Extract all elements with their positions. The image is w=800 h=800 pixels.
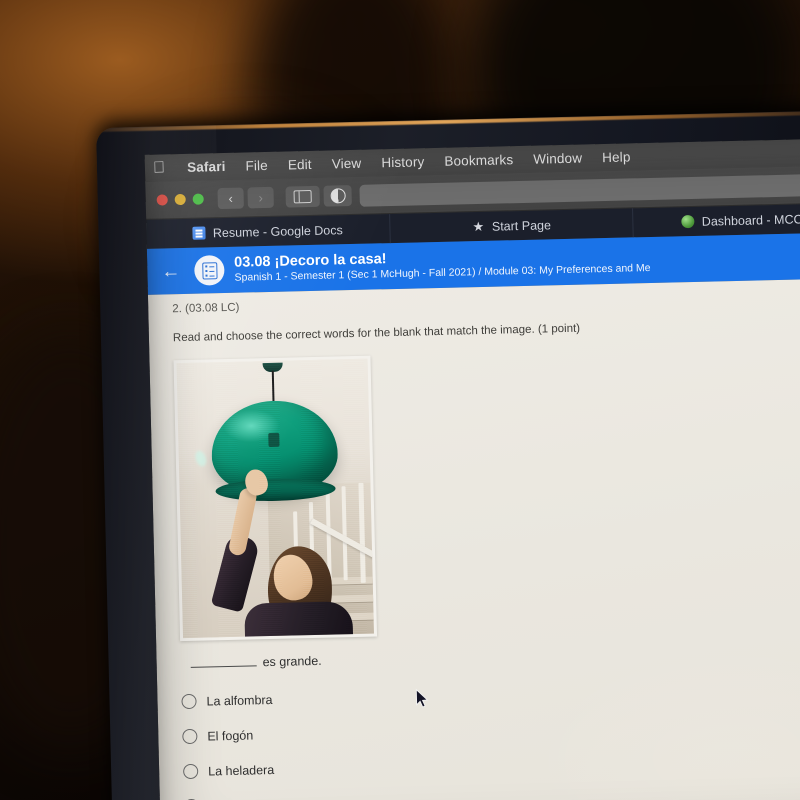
photo-baluster [341, 485, 348, 580]
window-traffic-lights [156, 193, 204, 206]
minimize-window-button[interactable] [174, 193, 186, 206]
laptop-body:  Safari File Edit View History Bookmark… [96, 110, 800, 800]
question-image [173, 355, 378, 642]
radio-button[interactable] [181, 693, 197, 710]
quiz-content-area: 2. (03.08 LC) Read and choose the correc… [147, 277, 800, 800]
back-button[interactable]: ‹ [217, 187, 244, 210]
back-arrow-icon[interactable]: ← [157, 261, 184, 282]
sidebar-toggle-icon [293, 189, 312, 204]
tab-start-page[interactable]: ★ Start Page [389, 208, 635, 244]
photo-lamp-socket [268, 432, 280, 448]
tab-title: Dashboard - MCC (24) [701, 211, 800, 229]
reader-contrast-button[interactable] [323, 184, 352, 207]
apple-logo-icon[interactable]:  [153, 159, 166, 176]
star-icon: ★ [472, 218, 485, 235]
question-image-content [176, 358, 374, 639]
tab-dashboard-mcc[interactable]: Dashboard - MCC (24) [633, 203, 800, 238]
radio-button[interactable] [183, 763, 199, 780]
radio-button[interactable] [182, 728, 198, 745]
question-prompt: Read and choose the correct words for th… [172, 322, 581, 345]
menu-item-help[interactable]: Help [602, 149, 631, 165]
google-docs-icon [192, 226, 207, 240]
answer-options-list: La alfombra El fogón La heladera La lámp… [181, 668, 800, 800]
address-bar[interactable]: 🔒 col [359, 172, 800, 207]
menu-item-safari[interactable]: Safari [187, 159, 226, 175]
answer-blank [190, 655, 257, 668]
assignment-list-icon [194, 255, 225, 286]
sidebar-toggle-button[interactable] [285, 185, 320, 208]
menu-item-bookmarks[interactable]: Bookmarks [444, 152, 513, 169]
photo-scene:  Safari File Edit View History Bookmark… [0, 0, 800, 800]
laptop-screen:  Safari File Edit View History Bookmark… [144, 137, 800, 800]
menu-item-window[interactable]: Window [533, 151, 582, 167]
forward-button[interactable]: › [247, 186, 274, 209]
list-glyph [201, 261, 218, 280]
contrast-reader-icon [329, 188, 346, 204]
chevron-left-icon: ‹ [228, 190, 234, 206]
mcc-dashboard-icon [681, 214, 695, 229]
photo-woman-torso [244, 601, 354, 639]
close-window-button[interactable] [156, 194, 168, 206]
option-label: La alfombra [206, 692, 273, 709]
laptop-lid-edge-highlight [96, 110, 800, 132]
option-label: La heladera [208, 762, 275, 779]
tab-title: Resume - Google Docs [212, 222, 343, 240]
menu-item-file[interactable]: File [245, 158, 268, 174]
sentence-with-blank: es grande. [190, 641, 800, 671]
sentence-text: es grande. [262, 653, 322, 670]
photo-newel-post [358, 482, 366, 583]
menu-item-history[interactable]: History [381, 154, 424, 170]
chevron-right-icon: › [258, 190, 264, 206]
tab-title: Start Page [491, 217, 552, 234]
maximize-window-button[interactable] [192, 193, 204, 205]
tab-resume-google-docs[interactable]: Resume - Google Docs [146, 214, 391, 249]
option-label: El fogón [207, 727, 254, 744]
menu-item-edit[interactable]: Edit [288, 157, 312, 173]
menu-item-view[interactable]: View [332, 156, 362, 172]
course-header-text: 03.08 ¡Decoro la casa! Spanish 1 - Semes… [234, 244, 651, 286]
